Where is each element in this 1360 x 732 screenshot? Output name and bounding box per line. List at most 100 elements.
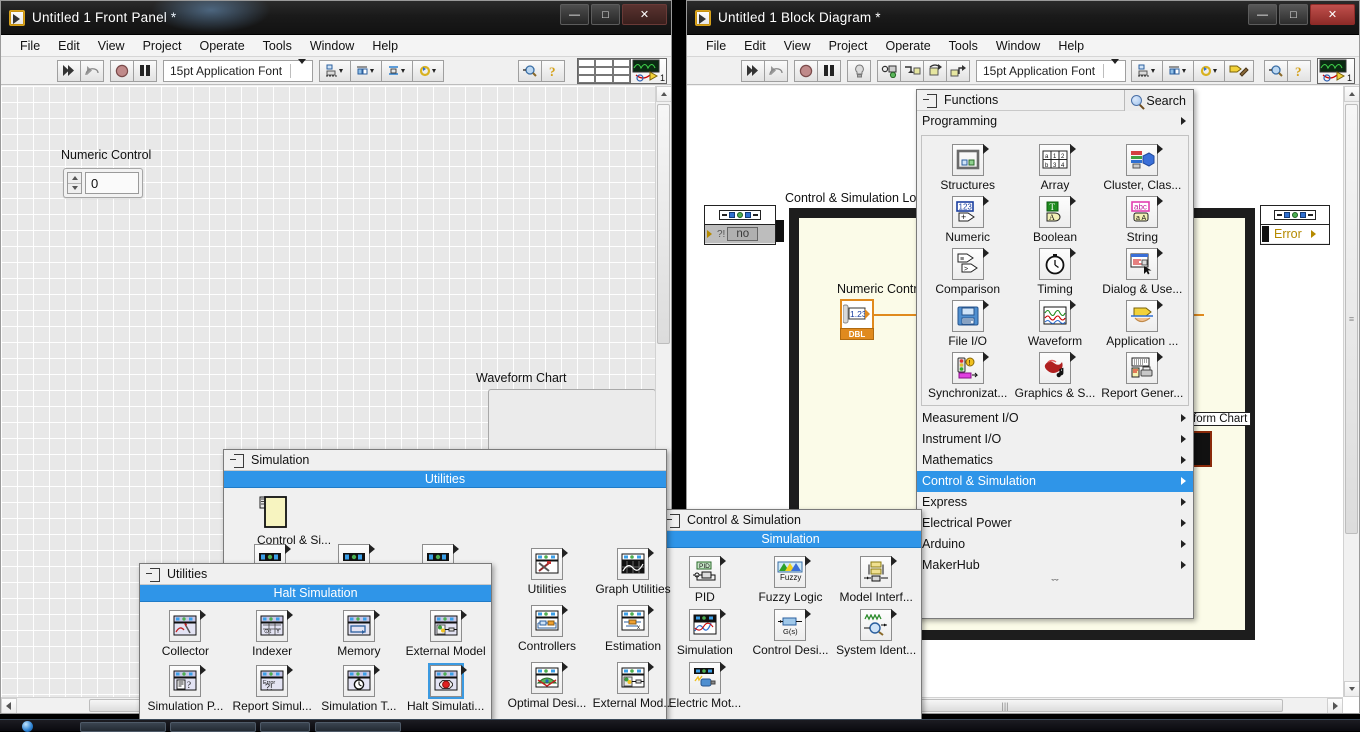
menu-window[interactable]: Window <box>987 36 1049 56</box>
menu-window[interactable]: Window <box>301 36 363 56</box>
error-terminal[interactable]: Error <box>1260 205 1330 245</box>
simulation-palette-right-items[interactable]: Utilities Graph Utilities Controllers <box>502 540 678 715</box>
palette-item-indexer[interactable]: ⊙↕Y Indexer <box>229 608 316 659</box>
halt-terminal-value-row[interactable]: ?! no <box>705 225 775 243</box>
palette-item-report-simulation-error[interactable]: Error?! Report Simul... <box>229 663 316 714</box>
step-over-icon[interactable] <box>923 60 947 82</box>
menu-operate[interactable]: Operate <box>190 36 253 56</box>
palette-item-optimal-design[interactable]: Optimal Desi... <box>504 660 590 711</box>
category-mathematics[interactable]: Mathematics <box>917 450 1193 471</box>
palette-item-comparison[interactable]: ≡> Comparison <box>924 246 1011 297</box>
menu-view[interactable]: View <box>775 36 820 56</box>
functions-palette[interactable]: Functions Search Programming Structures <box>916 89 1194 619</box>
palette-item-halt-simulation[interactable]: Halt Simulati... <box>402 663 489 714</box>
menu-operate[interactable]: Operate <box>876 36 939 56</box>
category-electrical-power[interactable]: Electrical Power <box>917 513 1193 534</box>
stepper-up-button[interactable] <box>68 173 81 184</box>
palette-item-dialog-user-interface[interactable]: Dialog & Use... <box>1099 246 1186 297</box>
palette-item-waveform[interactable]: Waveform <box>1011 298 1098 349</box>
numeric-value-field[interactable]: 0 <box>85 172 139 194</box>
palette-item-simulation-parameters[interactable]: ? Simulation P... <box>142 663 229 714</box>
pause-icon[interactable] <box>817 60 841 82</box>
palette-more-chevron-icon[interactable]: ˇˇ <box>917 576 1193 592</box>
font-dropdown-caret[interactable] <box>290 64 306 78</box>
menu-edit[interactable]: Edit <box>735 36 775 56</box>
cs-palette-titlebar[interactable]: Control & Simulation <box>660 510 921 531</box>
hscroll-left-arrow[interactable] <box>1 698 17 713</box>
palette-item-boolean[interactable]: TA Boolean <box>1011 194 1098 245</box>
reorder-objects-icon[interactable] <box>1193 60 1225 82</box>
menu-view[interactable]: View <box>89 36 134 56</box>
palette-item-estimation[interactable]: x Estimation <box>590 603 676 654</box>
resize-objects-icon[interactable] <box>381 60 413 82</box>
halt-terminal-value[interactable]: no <box>727 227 758 241</box>
connector-grid[interactable] <box>578 59 630 83</box>
retain-wire-values-icon[interactable] <box>877 60 901 82</box>
category-express[interactable]: Express <box>917 492 1193 513</box>
bd-numeric-control-terminal[interactable]: 1.23 <box>840 299 874 331</box>
utilities-palette-titlebar[interactable]: Utilities <box>140 564 491 585</box>
palette-item-collector[interactable]: Collector <box>142 608 229 659</box>
palette-item-external-model[interactable]: External Model <box>402 608 489 659</box>
palette-search-button[interactable]: Search <box>1124 90 1193 111</box>
programming-items[interactable]: Structures a12b34 Array Cluster, Clas... <box>922 136 1188 405</box>
palette-item-control-simulation-loop[interactable]: Control & Si... <box>256 494 332 548</box>
run-continuously-icon[interactable] <box>80 60 104 82</box>
palette-item-controllers[interactable]: Controllers <box>504 603 590 654</box>
palette-item-external-model-2[interactable]: External Mod... <box>590 660 676 711</box>
palette-item-file-io[interactable]: File I/O <box>924 298 1011 349</box>
palette-item-report-generation[interactable]: Report Gener... <box>1099 350 1186 401</box>
category-arduino[interactable]: Arduino <box>917 534 1193 555</box>
step-into-icon[interactable] <box>900 60 924 82</box>
font-selector[interactable]: 15pt Application Font <box>976 60 1126 82</box>
block-diagram-titlebar[interactable]: Untitled 1 Block Diagram * — □ ✕ <box>687 1 1359 35</box>
stepper-down-button[interactable] <box>68 184 81 194</box>
halt-simulation-terminal[interactable]: ?! no <box>704 205 776 245</box>
highlight-execution-bulb-icon[interactable] <box>847 60 871 82</box>
vscroll-up-arrow[interactable] <box>656 86 671 102</box>
palette-item-control-design[interactable]: G(s) Control Desi... <box>748 607 834 658</box>
distribute-objects-icon[interactable] <box>350 60 382 82</box>
connector-pane-icon[interactable]: 1 <box>577 58 667 84</box>
palette-item-numeric[interactable]: 123+ Numeric <box>924 194 1011 245</box>
palette-item-simulation-time[interactable]: Simulation T... <box>316 663 403 714</box>
context-help-icon[interactable]: ? <box>1287 60 1311 82</box>
palette-item-application-control[interactable]: Application ... <box>1099 298 1186 349</box>
block-diagram-vscrollbar[interactable]: ≡ <box>1343 86 1359 697</box>
cs-palette-items[interactable]: PID PID Fuzzy Fuzzy Logic Model Interf..… <box>660 548 921 715</box>
vi-icon[interactable]: 1 <box>630 59 666 83</box>
block-diagram-toolbar[interactable]: 15pt Application Font ? <box>687 57 1359 85</box>
menu-help[interactable]: Help <box>363 36 407 56</box>
numeric-control[interactable]: 0 <box>63 168 143 198</box>
close-button[interactable]: ✕ <box>1310 4 1355 25</box>
menu-help[interactable]: Help <box>1049 36 1093 56</box>
menu-file[interactable]: File <box>11 36 49 56</box>
close-button[interactable]: ✕ <box>622 4 667 25</box>
front-panel-menubar[interactable]: File Edit View Project Operate Tools Win… <box>1 35 671 57</box>
category-makerhub[interactable]: MakerHub <box>917 555 1193 576</box>
front-panel-toolbar[interactable]: 15pt Application Font ? <box>1 57 671 85</box>
vi-icon[interactable]: 1 <box>1317 58 1355 84</box>
font-selector[interactable]: 15pt Application Font <box>163 60 313 82</box>
align-objects-icon[interactable] <box>1131 60 1163 82</box>
palette-item-graph-utilities[interactable]: Graph Utilities <box>590 546 676 597</box>
numeric-stepper[interactable] <box>67 172 82 194</box>
menu-file[interactable]: File <box>697 36 735 56</box>
palette-item-fuzzy-logic[interactable]: Fuzzy Fuzzy Logic <box>748 554 834 605</box>
category-measurement-io[interactable]: Measurement I/O <box>917 408 1193 429</box>
pin-icon[interactable] <box>923 94 938 107</box>
hscroll-right-arrow[interactable] <box>1327 698 1343 713</box>
front-panel-window-controls[interactable]: — □ ✕ <box>560 4 667 25</box>
search-icon[interactable] <box>518 60 542 82</box>
menu-tools[interactable]: Tools <box>254 36 301 56</box>
step-out-icon[interactable] <box>946 60 970 82</box>
abort-execution-icon[interactable] <box>794 60 818 82</box>
context-help-icon[interactable]: ? <box>541 60 565 82</box>
clean-up-diagram-icon[interactable] <box>1224 60 1254 82</box>
run-arrow-icon[interactable] <box>741 60 765 82</box>
minimize-button[interactable]: — <box>560 4 589 25</box>
palette-item-cluster-class[interactable]: Cluster, Clas... <box>1099 142 1186 193</box>
windows-taskbar[interactable] <box>0 719 1360 731</box>
maximize-button[interactable]: □ <box>591 4 620 25</box>
minimize-button[interactable]: — <box>1248 4 1277 25</box>
